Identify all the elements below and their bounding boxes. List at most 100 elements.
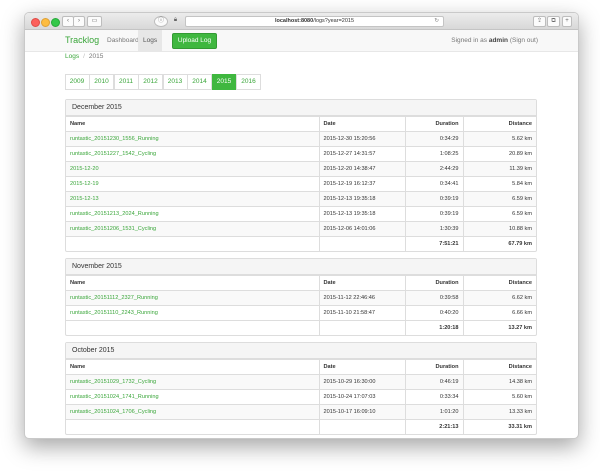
share-icon: ⇪: [536, 18, 543, 24]
reader-button[interactable]: ⓘ: [154, 16, 168, 27]
log-distance-cell: 6.59 km: [462, 191, 536, 207]
log-name-cell: runtastic_20151110_2243_Running: [66, 305, 320, 321]
url-host: localhost:8080: [274, 18, 314, 24]
table-row: runtastic_20151206_1531_Cycling 2015-12-0…: [66, 221, 536, 237]
log-date-cell: 2015-12-27 14:31:57: [318, 146, 406, 162]
log-link[interactable]: runtastic_20151206_1531_Cycling: [70, 226, 156, 232]
zoom-window-button[interactable]: [51, 17, 60, 27]
log-duration-cell: 0:34:41: [404, 176, 464, 192]
table-row: runtastic_20151110_2243_Running 2015-11-1…: [66, 305, 536, 321]
year-pagination: 2009 2010 2011 2012 2013 2014 2015 2016: [64, 74, 261, 90]
column-header-duration: Duration: [404, 275, 464, 291]
table-row: runtastic_20151029_1732_Cycling 2015-10-2…: [66, 374, 536, 390]
breadcrumb-separator: /: [83, 53, 85, 60]
sidebar-icon: ▭: [91, 18, 98, 24]
log-link[interactable]: runtastic_20151230_1556_Running: [70, 136, 159, 142]
total-distance: 13.27 km: [462, 320, 536, 335]
column-header-distance: Distance: [462, 275, 536, 291]
year-2010[interactable]: 2010: [89, 74, 114, 90]
table-row: 2015-12-19 2015-12-19 16:12:37 0:34:41 5.84…: [66, 176, 536, 192]
forward-button[interactable]: ›: [73, 16, 85, 27]
tabs-button[interactable]: ⧉: [547, 16, 560, 27]
log-date-cell: 2015-11-12 22:46:46: [318, 290, 406, 306]
year-2014[interactable]: 2014: [187, 74, 212, 90]
log-duration-cell: 1:30:39: [404, 221, 464, 237]
log-date-cell: 2015-12-30 15:20:56: [318, 131, 406, 147]
log-link[interactable]: 2015-12-20: [70, 166, 99, 172]
table-header-row: Name Date Duration Distance: [66, 116, 536, 132]
month-title: October 2015: [66, 343, 536, 359]
year-2012[interactable]: 2012: [138, 74, 163, 90]
log-date-cell: 2015-10-29 16:30:00: [318, 374, 406, 390]
breadcrumb-logs-link[interactable]: Logs: [65, 53, 79, 60]
log-distance-cell: 10.88 km: [462, 221, 536, 237]
year-2013[interactable]: 2013: [162, 74, 188, 90]
column-header-name: Name: [66, 359, 320, 375]
total-duration: 1:20:18: [404, 320, 464, 335]
column-header-name: Name: [66, 275, 320, 291]
month-panel: November 2015 Name Date Duration Distance run…: [65, 258, 537, 336]
chevron-right-icon: ›: [78, 18, 80, 24]
log-name-cell: 2015-12-19: [66, 176, 320, 192]
year-2016[interactable]: 2016: [236, 74, 261, 90]
log-date-cell: 2015-10-24 17:07:03: [318, 389, 406, 405]
totals-empty-cell: [318, 320, 406, 335]
log-name-cell: runtastic_20151230_1556_Running: [66, 131, 320, 147]
log-link[interactable]: runtastic_20151227_1542_Cycling: [70, 151, 156, 157]
browser-window: ‹ › ▭ ⓘ 🔒︎ localhost:8080/logs?year=2015…: [24, 12, 579, 439]
signed-in-status: Signed in as admin (Sign out): [451, 30, 538, 51]
reload-icon[interactable]: ↻: [434, 17, 439, 26]
logs-table: Name Date Duration Distance runtastic_201510…: [66, 359, 536, 434]
log-distance-cell: 14.38 km: [462, 374, 536, 390]
log-date-cell: 2015-12-20 14:38:47: [318, 161, 406, 177]
log-link[interactable]: runtastic_20151029_1732_Cycling: [70, 379, 156, 385]
lock-icon: 🔒︎: [173, 17, 178, 23]
upload-log-button[interactable]: Upload Log: [172, 33, 217, 49]
total-distance: 67.79 km: [462, 236, 536, 251]
table-row: runtastic_20151227_1542_Cycling 2015-12-2…: [66, 146, 536, 162]
nav-logs[interactable]: Logs: [138, 30, 163, 51]
log-link[interactable]: runtastic_20151110_2243_Running: [70, 310, 158, 316]
log-name-cell: runtastic_20151024_1706_Cycling: [66, 404, 320, 420]
sign-out-link[interactable]: (Sign out): [510, 37, 538, 44]
plus-icon: +: [565, 18, 569, 24]
share-button[interactable]: ⇪: [533, 16, 546, 27]
log-name-cell: runtastic_20151112_2327_Running: [66, 290, 320, 306]
log-name-cell: 2015-12-13: [66, 191, 320, 207]
log-link[interactable]: runtastic_20151112_2327_Running: [70, 295, 158, 301]
log-link[interactable]: 2015-12-13: [70, 196, 99, 202]
log-link[interactable]: runtastic_20151024_1741_Running: [70, 394, 159, 400]
log-link[interactable]: 2015-12-19: [70, 181, 99, 187]
username: admin: [488, 37, 508, 44]
log-link[interactable]: runtastic_20151024_1706_Cycling: [70, 409, 156, 415]
logs-table: Name Date Duration Distance runtastic_201512…: [66, 116, 536, 251]
column-header-distance: Distance: [462, 359, 536, 375]
close-window-button[interactable]: [31, 17, 40, 27]
table-row: runtastic_20151230_1556_Running 2015-12-3…: [66, 131, 536, 147]
log-duration-cell: 1:01:20: [404, 404, 464, 420]
address-bar[interactable]: localhost:8080/logs?year=2015 ↻: [185, 16, 444, 27]
totals-row: 2:21:13 33.31 km: [66, 419, 536, 434]
brand-logo[interactable]: Tracklog: [65, 35, 99, 45]
table-row: runtastic_20151024_1706_Cycling 2015-10-1…: [66, 404, 536, 420]
log-name-cell: runtastic_20151227_1542_Cycling: [66, 146, 320, 162]
reader-icon: ⓘ: [157, 18, 164, 24]
log-distance-cell: 13.33 km: [462, 404, 536, 420]
log-distance-cell: 5.62 km: [462, 131, 536, 147]
log-date-cell: 2015-11-10 21:58:47: [318, 305, 406, 321]
sidebar-toggle-button[interactable]: ▭: [87, 16, 102, 27]
log-distance-cell: 11.39 km: [462, 161, 536, 177]
log-date-cell: 2015-12-19 16:12:37: [318, 176, 406, 192]
log-duration-cell: 0:40:20: [404, 305, 464, 321]
minimize-window-button[interactable]: [41, 17, 50, 27]
column-header-duration: Duration: [404, 359, 464, 375]
navbar: Tracklog Dashboard Logs Upload Log Signe…: [25, 30, 578, 52]
log-name-cell: runtastic_20151029_1732_Cycling: [66, 374, 320, 390]
new-tab-button[interactable]: +: [562, 16, 572, 27]
year-2015[interactable]: 2015: [211, 74, 237, 90]
log-link[interactable]: runtastic_20151213_2024_Running: [70, 211, 159, 217]
table-row: runtastic_20151024_1741_Running 2015-10-2…: [66, 389, 536, 405]
year-2009[interactable]: 2009: [64, 74, 90, 90]
totals-empty-cell: [66, 320, 320, 335]
year-2011[interactable]: 2011: [113, 74, 139, 90]
